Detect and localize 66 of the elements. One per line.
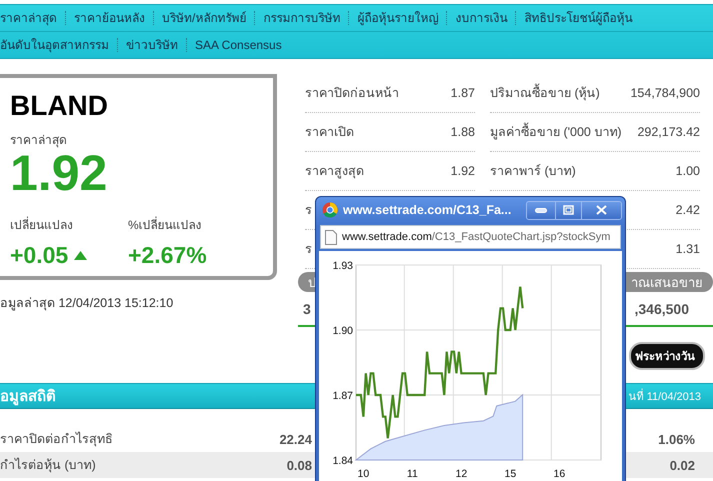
close-button[interactable] <box>581 202 621 218</box>
table-cell-text: กำไรต่อหุ้น (บาท) <box>0 456 97 474</box>
table-cell-text: 22.24 <box>278 432 312 446</box>
table-cell-text: 0.08 <box>286 458 312 472</box>
section-date: นที่ 11/04/2013 <box>628 387 701 405</box>
minimize-icon <box>535 208 547 212</box>
intraday-chart-button[interactable]: ฟระหว่างวัน <box>629 342 705 370</box>
axis-label: 1.93 <box>332 260 353 272</box>
nav-link[interactable]: อันดับในอุตสาหกรรม <box>0 38 117 52</box>
table-cell-text: 0.02 <box>668 458 695 472</box>
nav-link[interactable]: ผู้ถือหุ้นรายใหญ่ <box>348 11 446 25</box>
nav-link[interactable]: SAA Consensus <box>186 38 290 52</box>
percent-change: +2.67% <box>128 242 208 269</box>
axis-label: 12 <box>456 468 468 480</box>
stat-label: ปริมาณซื้อขาย (หุ้น) <box>490 83 600 103</box>
stat-value: 1.31 <box>676 242 700 256</box>
last-price: 1.92 <box>10 149 108 197</box>
table-cell-text: 1.06% <box>657 432 695 446</box>
minimize-button[interactable] <box>527 202 555 218</box>
stat-label: ราคาสูงสุด <box>305 163 364 180</box>
axis-label: 1.90 <box>332 325 353 337</box>
stat-label: ราคาพาร์ (บาท) <box>490 163 576 180</box>
nav-link[interactable]: บริษัท/หลักทรัพย์ <box>153 11 254 25</box>
nav-link[interactable]: ข่าวบริษัท <box>117 38 186 52</box>
section-title: อมูลสถิติ <box>0 387 56 408</box>
update-time: อมูลล่าสุด 12/04/2013 15:12:10 <box>0 295 174 312</box>
stat-value: 1.88 <box>450 125 475 139</box>
axis-label: 16 <box>554 468 566 480</box>
stat-value: 292,173.42 <box>637 125 700 139</box>
stat-label: ร <box>305 241 312 258</box>
bid-volume: 3 <box>303 300 311 316</box>
nav-link[interactable]: สิทธิประโยชน์ผู้ถือหุ้น <box>515 11 640 25</box>
field-label: %เปลี่ยนแปลง <box>128 216 203 234</box>
window-title: www.settrade.com/C13_Fa... <box>343 203 512 217</box>
page-icon <box>325 230 337 244</box>
table-cell-text: ราคาปิดต่อกำไรสุทธิ <box>0 430 114 448</box>
maximize-icon <box>563 205 574 215</box>
close-icon <box>596 205 607 215</box>
page-url: www.settrade.com/C13_FastQuoteChart.jsp?stockSym <box>342 231 610 243</box>
stat-label: ร <box>305 202 312 219</box>
nav-link[interactable]: งบการเงิน <box>446 11 516 25</box>
nav-link[interactable]: ราคาล่าสุด <box>0 11 65 25</box>
offer-volume: ,346,500 <box>634 300 689 316</box>
stat-value: 1.92 <box>450 164 475 178</box>
stat-value: 1.87 <box>450 86 475 100</box>
nav-link[interactable]: กรรมการบริษัท <box>254 11 348 25</box>
stat-label: ราคาปิดก่อนหน้า <box>305 85 399 102</box>
axis-label: 1.87 <box>332 390 353 402</box>
change-value: +0.05 <box>10 242 68 269</box>
stock-symbol: BLAND <box>10 90 109 122</box>
address-bar[interactable]: www.settrade.com/C13_FastQuoteChart.jsp?stockSym <box>320 225 621 249</box>
column-header: าณเสนอขาย <box>631 274 703 292</box>
browser-icon <box>322 202 338 218</box>
axis-label: 1.84 <box>332 455 353 467</box>
stat-value: 2.42 <box>676 203 700 217</box>
stat-label: มูลค่าซื้อขาย ('000 บาท) <box>490 122 622 142</box>
stat-value: 154,784,900 <box>630 86 700 100</box>
stat-label: ราคาเปิด <box>305 124 354 141</box>
axis-label: 10 <box>358 468 370 480</box>
field-label: ราคาล่าสุด <box>10 132 68 149</box>
axis-label: 15 <box>504 468 516 480</box>
field-label: เปลี่ยนแปลง <box>10 216 74 234</box>
maximize-button[interactable] <box>555 202 581 218</box>
stat-value: 1.00 <box>676 164 700 178</box>
nav-link[interactable]: ราคาย้อนหลัง <box>65 11 153 25</box>
axis-label: 11 <box>406 468 418 480</box>
